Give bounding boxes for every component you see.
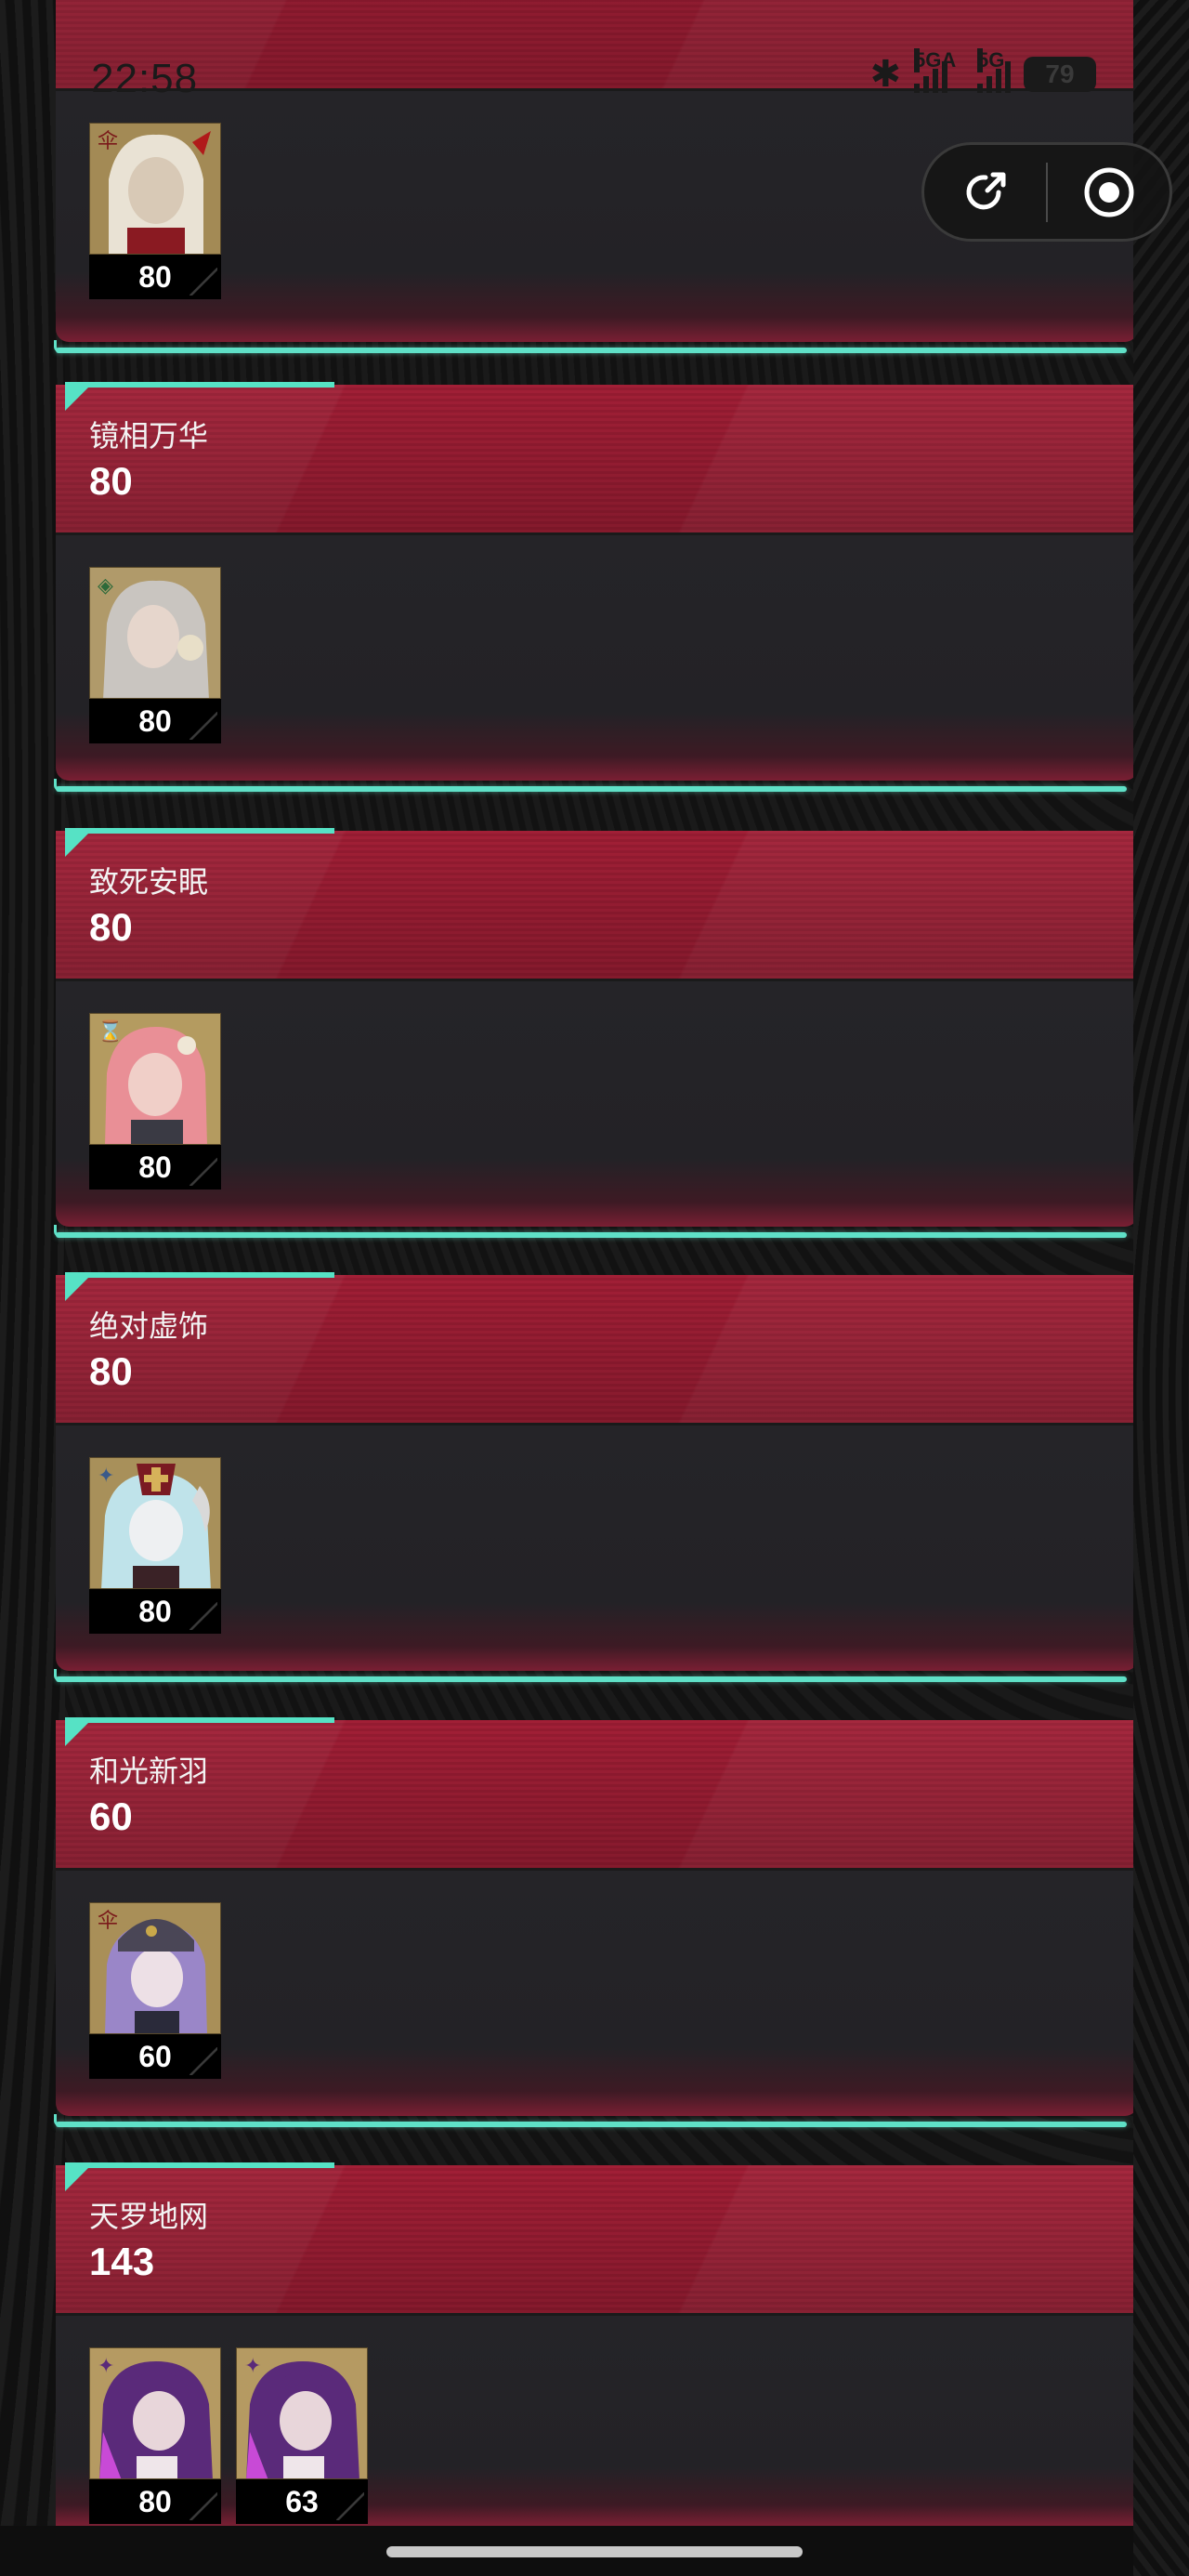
character-portrait: 伞 — [89, 1902, 221, 2034]
stage-header: 80 — [56, 0, 1138, 91]
stage-header: 天罗地网 143 — [56, 2162, 1138, 2316]
character-avatar-image: ◈ — [90, 568, 220, 698]
stage-total: 80 — [89, 1349, 133, 1393]
character-portrait: ✦ — [89, 1457, 221, 1589]
character-card[interactable]: ◈ 80 — [89, 567, 221, 743]
header-corner-accent — [65, 2165, 91, 2191]
character-level: 60 — [89, 2034, 221, 2079]
header-top-accent — [65, 1272, 334, 1278]
header-corner-accent — [65, 831, 91, 857]
svg-text:伞: 伞 — [98, 1910, 118, 1933]
stage-title: 和光新羽 — [89, 1755, 209, 1788]
character-portrait: ◈ — [89, 567, 221, 699]
header-top-accent — [65, 1717, 334, 1723]
character-avatar-image: ⌛ — [90, 1014, 220, 1144]
character-avatar-image: 伞 — [90, 124, 220, 254]
svg-text:✦: ✦ — [244, 2355, 261, 2378]
character-portrait: 伞 — [89, 123, 221, 255]
stage-total: 60 — [89, 1794, 133, 1838]
stage-total: 80 — [89, 459, 133, 503]
stage-body: ⌛ 80 — [56, 981, 1138, 1227]
stage-header: 绝对虚饰 80 — [56, 1272, 1138, 1426]
stage-header: 致死安眠 80 — [56, 828, 1138, 981]
character-avatar-image: 伞 — [90, 1903, 220, 2033]
stage-title: 天罗地网 — [89, 2200, 209, 2233]
mini-program-capsule — [921, 142, 1172, 242]
share-button[interactable] — [924, 145, 1046, 239]
character-avatar-image: ✦ — [90, 2348, 220, 2478]
section-divider — [54, 340, 1127, 353]
character-level: 80 — [89, 255, 221, 299]
svg-text:◈: ◈ — [98, 574, 113, 598]
stage-body: ◈ 80 — [56, 535, 1138, 781]
svg-text:伞: 伞 — [98, 130, 118, 153]
character-card[interactable]: ✦ 63 — [236, 2347, 368, 2524]
character-level: 80 — [89, 699, 221, 743]
header-top-accent — [65, 382, 334, 388]
stage-body: 伞 60 — [56, 1871, 1138, 2116]
header-corner-accent — [65, 1720, 91, 1746]
stage-header: 和光新羽 60 — [56, 1717, 1138, 1871]
stage-total: 80 — [89, 905, 133, 949]
character-card[interactable]: 伞 60 — [89, 1902, 221, 2079]
character-card[interactable]: ⌛ 80 — [89, 1013, 221, 1189]
character-level: 80 — [89, 1145, 221, 1189]
target-close-icon — [1084, 167, 1133, 217]
svg-text:✦: ✦ — [98, 2355, 114, 2378]
section-divider — [54, 2114, 1127, 2127]
home-indicator[interactable] — [386, 2546, 803, 2557]
character-portrait: ✦ — [89, 2347, 221, 2479]
character-level: 63 — [236, 2479, 368, 2524]
header-top-accent — [65, 2162, 334, 2168]
svg-text:⌛: ⌛ — [98, 1019, 123, 1044]
header-corner-accent — [65, 1275, 91, 1301]
section-divider — [54, 1669, 1127, 1682]
character-card[interactable]: 伞 80 — [89, 123, 221, 299]
stage-total: 143 — [89, 2240, 155, 2283]
stage-body: ✦ 80 ✦ 63 — [56, 2316, 1138, 2526]
page: 22:58 ✱ 5GA 5G 79 — [0, 0, 1189, 2576]
character-level: 80 — [89, 2479, 221, 2524]
section-divider — [54, 779, 1127, 792]
character-avatar-image: ✦ — [90, 1458, 220, 1588]
svg-text:✦: ✦ — [98, 1465, 114, 1488]
stage-body: ✦ 80 — [56, 1426, 1138, 1671]
share-icon — [966, 172, 1005, 209]
header-corner-accent — [65, 385, 91, 411]
stage-title: 绝对虚饰 — [89, 1309, 209, 1343]
character-portrait: ⌛ — [89, 1013, 221, 1145]
character-card[interactable]: ✦ 80 — [89, 1457, 221, 1634]
stage-header: 镜相万华 80 — [56, 382, 1138, 535]
stage-title: 镜相万华 — [89, 419, 209, 453]
character-avatar-image: ✦ — [237, 2348, 367, 2478]
character-card[interactable]: ✦ 80 — [89, 2347, 221, 2524]
header-top-accent — [65, 828, 334, 834]
stage-title: 致死安眠 — [89, 865, 209, 899]
character-level: 80 — [89, 1589, 221, 1634]
section-divider — [54, 1225, 1127, 1238]
character-portrait: ✦ — [236, 2347, 368, 2479]
close-button[interactable] — [1048, 145, 1169, 239]
